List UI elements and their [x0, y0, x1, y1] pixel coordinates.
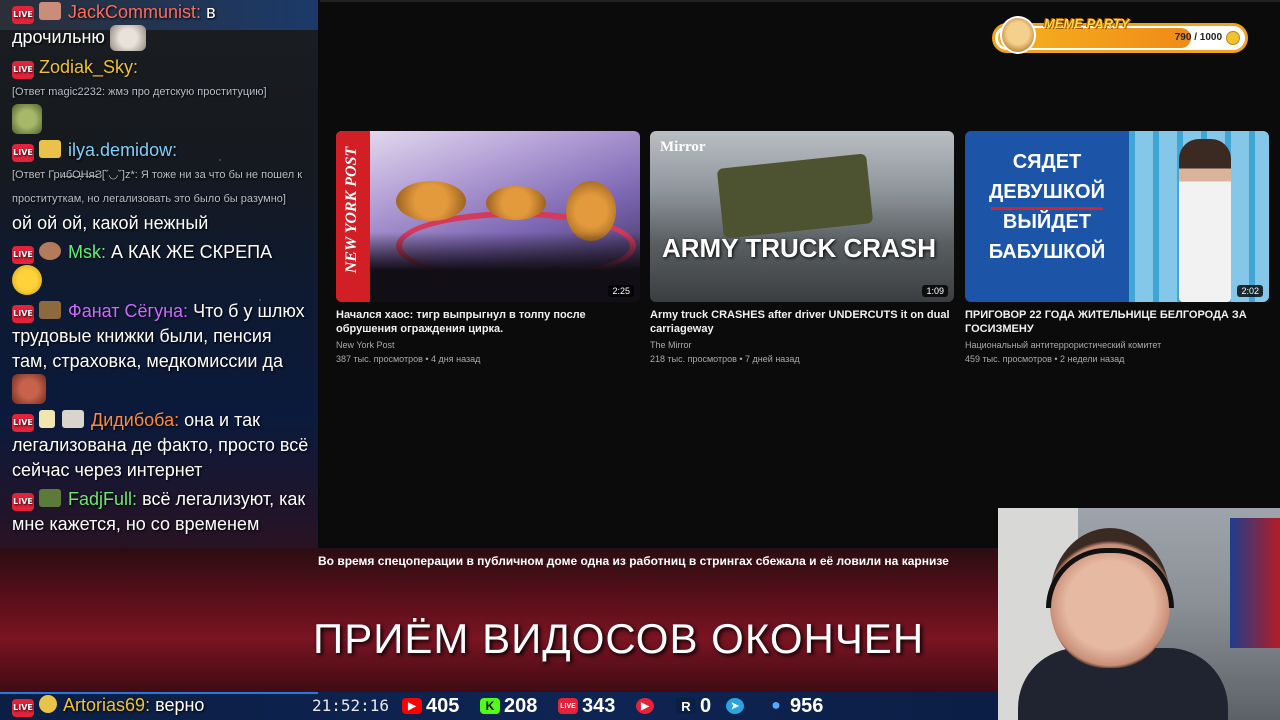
chat-message: LIVE Artorias69: верно [12, 692, 204, 718]
divider [991, 207, 1103, 210]
video-title[interactable]: Army truck CRASHES after driver UNDERCUT… [650, 308, 954, 336]
video-title[interactable]: ПРИГОВОР 22 ГОДА ЖИТЕЛЬНИЦЕ БЕЛГОРОДА ЗА… [965, 308, 1269, 336]
tiger-image [486, 186, 546, 220]
chat-username[interactable]: Msk: [68, 242, 106, 262]
truck-image [716, 153, 874, 239]
youtube-viewers: ▶ 405 [402, 694, 459, 718]
banner-title: ПРИЁМ ВИДОСОВ ОКОНЧЕН [313, 615, 925, 662]
chat-username[interactable]: Zodiak_Sky: [39, 57, 138, 77]
live-badge-icon: LIVE [12, 414, 34, 433]
live-badge-icon: LIVE [12, 493, 34, 512]
video-channel[interactable]: New York Post [336, 338, 640, 352]
laughing-emote-icon [109, 25, 146, 52]
video-duration: 1:09 [922, 285, 948, 297]
telegram-icon: ➤ [726, 698, 744, 714]
coin-icon [1226, 31, 1240, 45]
kick-icon: K [480, 698, 500, 714]
crowd-silhouette [370, 232, 640, 302]
video-meta: 387 тыс. просмотров • 4 дня назад [336, 354, 481, 364]
chat-message: LIVE FadjFull: всё легализуют, как мне к… [0, 485, 318, 539]
vk-viewers: LIVE 343 [558, 694, 615, 718]
video-meta: 218 тыс. просмотров • 7 дней назад [650, 354, 800, 364]
meme-party-score: 790 / 1000 [1174, 32, 1222, 43]
flag-image [1230, 518, 1280, 648]
chat-reply-quote: [Ответ Гри̶б̶О̶̶͕Н̶я̶Ϩ[˘◡˘]z*: Я тоже ни… [12, 169, 303, 206]
rutube-viewers: ▶ [636, 694, 658, 718]
user-avatar-icon [39, 2, 62, 20]
video-meta: 459 тыс. просмотров • 2 недели назад [965, 354, 1125, 364]
live-badge-icon: LIVE [12, 6, 34, 24]
chat-reply-quote: [Ответ magic2232: жмэ про детскую прости… [12, 86, 267, 99]
chat-username[interactable]: FadjFull: [68, 489, 137, 509]
frog-emote-icon [12, 104, 42, 135]
video-duration: 2:25 [608, 285, 634, 297]
video-progress-bar[interactable] [320, 0, 1280, 2]
chat-message: LIVE ilya.demidow: [Ответ Гри̶б̶О̶̶͕Н̶я̶… [0, 136, 318, 238]
chat-text: ой ой ой, какой нежный [12, 213, 209, 234]
chat-message: LIVE Дидибоба: она и так легализована де… [0, 406, 318, 485]
chat-message: LIVE JackCommunist: в дрочильню [0, 0, 318, 53]
stream-clock: 21:52:16 [312, 696, 390, 715]
video-card[interactable]: NEW YORK POST 2:25 Начался хаос: тигр вы… [336, 131, 640, 366]
user-avatar-icon [39, 489, 62, 508]
live-badge-icon: LIVE [12, 699, 34, 717]
channel-logo: NEW YORK POST [336, 131, 370, 302]
video-thumbnail[interactable]: NEW YORK POST 2:25 [336, 131, 640, 302]
meme-party-widget: MEME PARTY 790 / 1000 [992, 16, 1248, 54]
live-badge-icon: LIVE [12, 61, 34, 80]
video-channel[interactable]: Национальный антитеррористический комите… [965, 338, 1269, 352]
chat-message: LIVE Фанат Сёгуна: Что б у шлюх трудовые… [0, 297, 318, 406]
goblet-icon [39, 410, 56, 429]
doge-icon [1000, 16, 1036, 54]
meme-party-title: MEME PARTY [1044, 16, 1130, 31]
chat-message: LIVE Zodiak_Sky: [Ответ magic2232: жмэ п… [0, 53, 318, 136]
live-badge-icon: LIVE [12, 305, 34, 324]
video-card[interactable]: Mirror ARMY TRUCK CRASH 1:09 Army truck … [650, 131, 954, 366]
user-avatar-icon [39, 140, 62, 159]
webcam-feed [998, 508, 1280, 720]
tiger-image [396, 181, 466, 221]
live-badge-icon: LIVE [12, 144, 34, 163]
chat-text: верно [155, 695, 205, 715]
face-emote-icon [12, 374, 46, 405]
r-viewers: R 0 [676, 694, 711, 718]
video-thumbnail[interactable]: Mirror ARMY TRUCK CRASH 1:09 [650, 131, 954, 302]
kick-viewers: K 208 [480, 694, 537, 718]
video-channel[interactable]: The Mirror [650, 338, 954, 352]
user-icon: ● [771, 697, 781, 714]
total-viewers: ● 956 [766, 694, 823, 718]
video-thumbnail[interactable]: СЯДЕТ ДЕВУШКОЙ ВЫЙДЕТ БАБУШКОЙ 2:02 [965, 131, 1269, 302]
chat-message: LIVE Msk: А КАК ЖЕ СКРЕПА [0, 238, 318, 297]
video-title[interactable]: Начался хаос: тигр выпрыгнул в толпу пос… [336, 308, 640, 336]
r-icon: R [676, 698, 696, 714]
user-avatar-icon [39, 301, 62, 320]
telegram-viewers: ➤ [726, 694, 748, 718]
user-avatar-icon [62, 410, 85, 429]
chat-username[interactable]: Artorias69: [63, 695, 150, 715]
person-image [1179, 139, 1231, 302]
user-avatar-icon [39, 242, 62, 261]
chat-username[interactable]: JackCommunist: [68, 2, 201, 22]
chat-username[interactable]: Фанат Сёгуна: [68, 301, 188, 321]
channel-logo: Mirror [660, 139, 706, 155]
news-ticker: Во время спецоперации в публичном доме о… [318, 554, 949, 568]
chat-text: А КАК ЖЕ СКРЕПА [111, 242, 273, 263]
chat-username[interactable]: Дидибоба: [91, 410, 179, 430]
thumbnail-caption: ARMY TRUCK CRASH [662, 233, 936, 263]
play-icon: ▶ [636, 698, 654, 714]
laughing-face-emote-icon [12, 265, 42, 296]
youtube-icon: ▶ [402, 698, 422, 714]
live-icon: LIVE [558, 698, 578, 714]
user-avatar-icon [39, 695, 58, 713]
live-badge-icon: LIVE [12, 246, 34, 265]
video-card[interactable]: СЯДЕТ ДЕВУШКОЙ ВЫЙДЕТ БАБУШКОЙ 2:02 ПРИГ… [965, 131, 1269, 366]
chat-username[interactable]: ilya.demidow: [68, 140, 177, 160]
video-duration: 2:02 [1237, 285, 1263, 297]
